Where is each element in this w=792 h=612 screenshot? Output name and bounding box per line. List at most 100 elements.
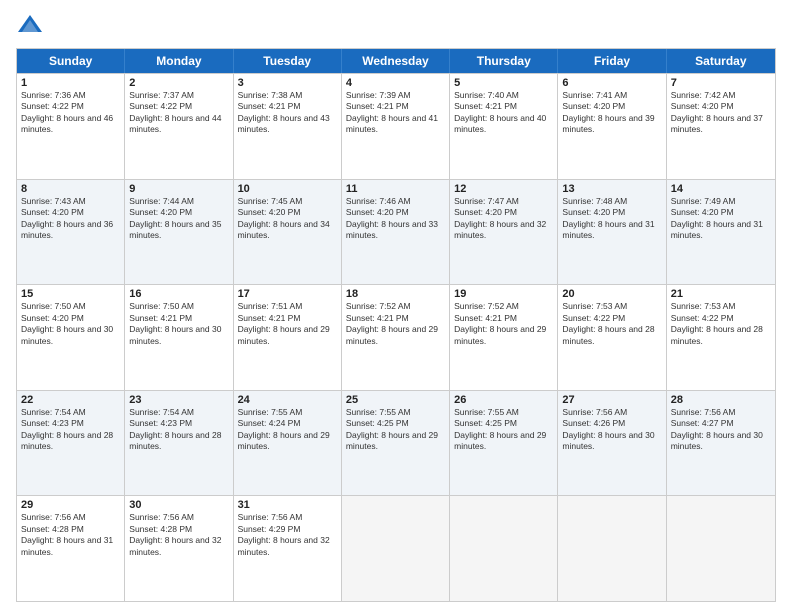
calendar-cell: 2 Sunrise: 7:37 AMSunset: 4:22 PMDayligh… (125, 74, 233, 179)
header (16, 12, 776, 40)
logo-icon (16, 12, 44, 40)
calendar-cell: 10 Sunrise: 7:45 AMSunset: 4:20 PMDaylig… (234, 180, 342, 285)
cell-content: Sunrise: 7:54 AMSunset: 4:23 PMDaylight:… (129, 407, 221, 451)
day-number: 4 (346, 77, 445, 89)
calendar-cell: 22 Sunrise: 7:54 AMSunset: 4:23 PMDaylig… (17, 391, 125, 496)
calendar-cell: 28 Sunrise: 7:56 AMSunset: 4:27 PMDaylig… (667, 391, 775, 496)
calendar-cell: 7 Sunrise: 7:42 AMSunset: 4:20 PMDayligh… (667, 74, 775, 179)
calendar-cell: 20 Sunrise: 7:53 AMSunset: 4:22 PMDaylig… (558, 285, 666, 390)
calendar-cell: 15 Sunrise: 7:50 AMSunset: 4:20 PMDaylig… (17, 285, 125, 390)
cell-content: Sunrise: 7:45 AMSunset: 4:20 PMDaylight:… (238, 196, 330, 240)
day-number: 13 (562, 183, 661, 195)
cell-content: Sunrise: 7:53 AMSunset: 4:22 PMDaylight:… (562, 301, 654, 345)
day-number: 5 (454, 77, 553, 89)
logo (16, 12, 48, 40)
day-number: 31 (238, 499, 337, 511)
cell-content: Sunrise: 7:56 AMSunset: 4:28 PMDaylight:… (129, 512, 221, 556)
day-number: 3 (238, 77, 337, 89)
day-number: 25 (346, 394, 445, 406)
cell-content: Sunrise: 7:56 AMSunset: 4:26 PMDaylight:… (562, 407, 654, 451)
calendar-cell: 4 Sunrise: 7:39 AMSunset: 4:21 PMDayligh… (342, 74, 450, 179)
calendar-cell (558, 496, 666, 601)
cell-content: Sunrise: 7:56 AMSunset: 4:27 PMDaylight:… (671, 407, 763, 451)
cell-content: Sunrise: 7:40 AMSunset: 4:21 PMDaylight:… (454, 90, 546, 134)
day-number: 15 (21, 288, 120, 300)
calendar-cell: 23 Sunrise: 7:54 AMSunset: 4:23 PMDaylig… (125, 391, 233, 496)
calendar-cell: 16 Sunrise: 7:50 AMSunset: 4:21 PMDaylig… (125, 285, 233, 390)
cell-content: Sunrise: 7:53 AMSunset: 4:22 PMDaylight:… (671, 301, 763, 345)
page: SundayMondayTuesdayWednesdayThursdayFrid… (0, 0, 792, 612)
cell-content: Sunrise: 7:43 AMSunset: 4:20 PMDaylight:… (21, 196, 113, 240)
calendar-cell: 11 Sunrise: 7:46 AMSunset: 4:20 PMDaylig… (342, 180, 450, 285)
day-number: 1 (21, 77, 120, 89)
day-number: 29 (21, 499, 120, 511)
day-number: 11 (346, 183, 445, 195)
calendar-week-5: 29 Sunrise: 7:56 AMSunset: 4:28 PMDaylig… (17, 495, 775, 601)
calendar-cell: 13 Sunrise: 7:48 AMSunset: 4:20 PMDaylig… (558, 180, 666, 285)
cell-content: Sunrise: 7:36 AMSunset: 4:22 PMDaylight:… (21, 90, 113, 134)
calendar-cell: 25 Sunrise: 7:55 AMSunset: 4:25 PMDaylig… (342, 391, 450, 496)
calendar-cell (667, 496, 775, 601)
cell-content: Sunrise: 7:39 AMSunset: 4:21 PMDaylight:… (346, 90, 438, 134)
calendar-cell: 3 Sunrise: 7:38 AMSunset: 4:21 PMDayligh… (234, 74, 342, 179)
header-day-thursday: Thursday (450, 49, 558, 73)
day-number: 17 (238, 288, 337, 300)
calendar-week-4: 22 Sunrise: 7:54 AMSunset: 4:23 PMDaylig… (17, 390, 775, 496)
cell-content: Sunrise: 7:52 AMSunset: 4:21 PMDaylight:… (454, 301, 546, 345)
cell-content: Sunrise: 7:49 AMSunset: 4:20 PMDaylight:… (671, 196, 763, 240)
calendar-header-row: SundayMondayTuesdayWednesdayThursdayFrid… (17, 49, 775, 73)
cell-content: Sunrise: 7:38 AMSunset: 4:21 PMDaylight:… (238, 90, 330, 134)
cell-content: Sunrise: 7:46 AMSunset: 4:20 PMDaylight:… (346, 196, 438, 240)
calendar-cell: 24 Sunrise: 7:55 AMSunset: 4:24 PMDaylig… (234, 391, 342, 496)
calendar-cell: 12 Sunrise: 7:47 AMSunset: 4:20 PMDaylig… (450, 180, 558, 285)
cell-content: Sunrise: 7:56 AMSunset: 4:28 PMDaylight:… (21, 512, 113, 556)
calendar-cell: 17 Sunrise: 7:51 AMSunset: 4:21 PMDaylig… (234, 285, 342, 390)
calendar-cell (450, 496, 558, 601)
day-number: 9 (129, 183, 228, 195)
calendar-cell: 18 Sunrise: 7:52 AMSunset: 4:21 PMDaylig… (342, 285, 450, 390)
cell-content: Sunrise: 7:51 AMSunset: 4:21 PMDaylight:… (238, 301, 330, 345)
cell-content: Sunrise: 7:52 AMSunset: 4:21 PMDaylight:… (346, 301, 438, 345)
cell-content: Sunrise: 7:56 AMSunset: 4:29 PMDaylight:… (238, 512, 330, 556)
day-number: 30 (129, 499, 228, 511)
cell-content: Sunrise: 7:48 AMSunset: 4:20 PMDaylight:… (562, 196, 654, 240)
calendar: SundayMondayTuesdayWednesdayThursdayFrid… (16, 48, 776, 602)
header-day-tuesday: Tuesday (234, 49, 342, 73)
day-number: 2 (129, 77, 228, 89)
header-day-friday: Friday (558, 49, 666, 73)
calendar-cell: 14 Sunrise: 7:49 AMSunset: 4:20 PMDaylig… (667, 180, 775, 285)
day-number: 27 (562, 394, 661, 406)
day-number: 24 (238, 394, 337, 406)
cell-content: Sunrise: 7:37 AMSunset: 4:22 PMDaylight:… (129, 90, 221, 134)
calendar-cell: 29 Sunrise: 7:56 AMSunset: 4:28 PMDaylig… (17, 496, 125, 601)
calendar-cell: 5 Sunrise: 7:40 AMSunset: 4:21 PMDayligh… (450, 74, 558, 179)
calendar-cell (342, 496, 450, 601)
calendar-cell: 21 Sunrise: 7:53 AMSunset: 4:22 PMDaylig… (667, 285, 775, 390)
day-number: 18 (346, 288, 445, 300)
cell-content: Sunrise: 7:50 AMSunset: 4:20 PMDaylight:… (21, 301, 113, 345)
cell-content: Sunrise: 7:50 AMSunset: 4:21 PMDaylight:… (129, 301, 221, 345)
calendar-cell: 30 Sunrise: 7:56 AMSunset: 4:28 PMDaylig… (125, 496, 233, 601)
calendar-cell: 1 Sunrise: 7:36 AMSunset: 4:22 PMDayligh… (17, 74, 125, 179)
calendar-cell: 27 Sunrise: 7:56 AMSunset: 4:26 PMDaylig… (558, 391, 666, 496)
header-day-wednesday: Wednesday (342, 49, 450, 73)
day-number: 19 (454, 288, 553, 300)
cell-content: Sunrise: 7:47 AMSunset: 4:20 PMDaylight:… (454, 196, 546, 240)
header-day-sunday: Sunday (17, 49, 125, 73)
day-number: 28 (671, 394, 771, 406)
calendar-week-1: 1 Sunrise: 7:36 AMSunset: 4:22 PMDayligh… (17, 73, 775, 179)
day-number: 6 (562, 77, 661, 89)
calendar-cell: 26 Sunrise: 7:55 AMSunset: 4:25 PMDaylig… (450, 391, 558, 496)
cell-content: Sunrise: 7:44 AMSunset: 4:20 PMDaylight:… (129, 196, 221, 240)
header-day-monday: Monday (125, 49, 233, 73)
day-number: 14 (671, 183, 771, 195)
cell-content: Sunrise: 7:55 AMSunset: 4:25 PMDaylight:… (454, 407, 546, 451)
cell-content: Sunrise: 7:54 AMSunset: 4:23 PMDaylight:… (21, 407, 113, 451)
calendar-cell: 19 Sunrise: 7:52 AMSunset: 4:21 PMDaylig… (450, 285, 558, 390)
day-number: 7 (671, 77, 771, 89)
day-number: 12 (454, 183, 553, 195)
day-number: 20 (562, 288, 661, 300)
calendar-cell: 6 Sunrise: 7:41 AMSunset: 4:20 PMDayligh… (558, 74, 666, 179)
calendar-cell: 8 Sunrise: 7:43 AMSunset: 4:20 PMDayligh… (17, 180, 125, 285)
day-number: 21 (671, 288, 771, 300)
